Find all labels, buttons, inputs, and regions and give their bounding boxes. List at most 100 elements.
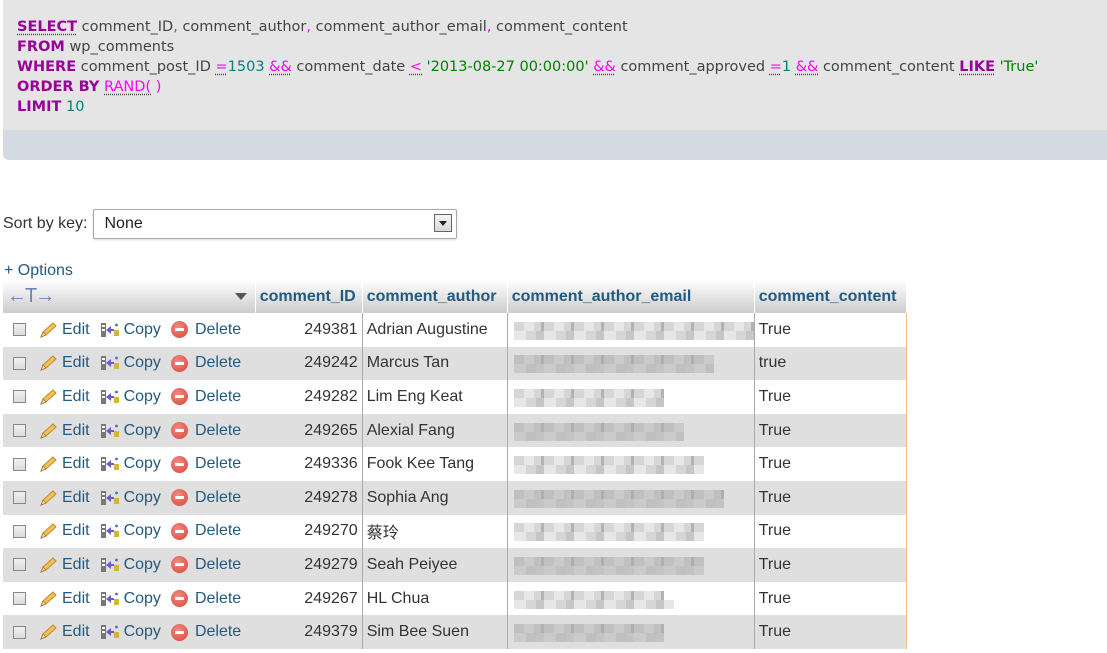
sql-operator[interactable]: && (796, 59, 819, 75)
edit-button[interactable]: Edit (38, 489, 90, 507)
copy-button[interactable]: Copy (100, 455, 161, 473)
copy-button[interactable]: Copy (100, 489, 161, 507)
cell-comment-author[interactable]: Marcus Tan (362, 346, 508, 381)
sql-function-rand[interactable]: RAND( (104, 79, 151, 95)
copy-button[interactable]: Copy (100, 321, 161, 339)
sql-operator[interactable]: && (593, 59, 616, 75)
sql-keyword-like[interactable]: LIKE (959, 59, 995, 75)
edit-button[interactable]: Edit (38, 388, 90, 406)
delete-button[interactable]: Delete (170, 422, 241, 440)
cell-comment-author-email[interactable] (507, 346, 755, 381)
row-checkbox[interactable] (13, 356, 26, 370)
cell-comment-id[interactable]: 249282 (255, 380, 363, 414)
delete-label: Delete (194, 455, 242, 473)
delete-button[interactable]: Delete (170, 489, 241, 507)
edit-button[interactable]: Edit (38, 455, 90, 473)
cell-comment-id[interactable]: 249381 (255, 313, 363, 347)
edit-button[interactable]: Edit (38, 422, 90, 440)
cell-comment-id[interactable]: 249278 (255, 480, 363, 515)
cell-comment-author[interactable]: Fook Kee Tang (362, 447, 508, 481)
cell-comment-author-email[interactable] (507, 581, 755, 616)
options-toggle[interactable]: + Options (4, 262, 73, 280)
sql-operator[interactable]: && (269, 59, 292, 75)
column-header-comment-author-email[interactable]: comment_author_email (507, 280, 755, 313)
cell-comment-content[interactable]: True (754, 380, 907, 414)
row-checkbox[interactable] (13, 592, 26, 606)
edit-button[interactable]: Edit (38, 522, 90, 540)
cell-comment-author-email[interactable] (507, 615, 755, 649)
row-checkbox[interactable] (13, 323, 26, 337)
cell-comment-author-email[interactable] (507, 413, 755, 448)
cell-comment-author[interactable]: Sim Bee Suen (362, 615, 508, 649)
cell-comment-content[interactable]: True (754, 615, 907, 649)
copy-button[interactable]: Copy (100, 388, 161, 406)
sort-by-key-select[interactable]: None (93, 209, 458, 239)
cell-comment-id[interactable]: 249279 (255, 548, 363, 582)
chevron-down-icon[interactable] (434, 214, 453, 232)
column-header-comment-content[interactable]: comment_content (754, 280, 907, 313)
row-checkbox[interactable] (13, 491, 26, 505)
delete-button[interactable]: Delete (170, 321, 241, 339)
cell-comment-author[interactable]: Sophia Ang (362, 480, 508, 515)
row-checkbox[interactable] (13, 625, 26, 639)
cell-comment-id[interactable]: 249265 (255, 413, 363, 448)
row-checkbox[interactable] (13, 457, 26, 471)
delete-button[interactable]: Delete (170, 623, 241, 641)
cell-comment-author-email[interactable] (507, 514, 755, 549)
cell-comment-id[interactable]: 249379 (255, 615, 363, 649)
sql-operator[interactable]: = (215, 59, 227, 75)
column-header-comment-author[interactable]: comment_author (362, 280, 508, 313)
delete-button[interactable]: Delete (170, 455, 242, 473)
sql-keyword-select[interactable]: SELECT (17, 19, 77, 35)
cell-comment-id[interactable]: 249270 (255, 514, 363, 549)
edit-button[interactable]: Edit (38, 354, 90, 372)
row-checkbox[interactable] (13, 524, 26, 538)
delete-button[interactable]: Delete (170, 556, 241, 574)
edit-button[interactable]: Edit (38, 623, 90, 641)
cell-comment-author-email[interactable] (507, 447, 755, 481)
cell-comment-author[interactable]: 蔡玲 (362, 514, 508, 549)
cell-comment-author[interactable]: Lim Eng Keat (362, 380, 508, 414)
copy-button[interactable]: Copy (100, 422, 161, 440)
edit-button[interactable]: Edit (38, 590, 90, 608)
column-header-comment-id[interactable]: comment_ID (255, 280, 363, 313)
copy-button[interactable]: Copy (100, 522, 161, 540)
cell-comment-id[interactable]: 249242 (255, 346, 363, 381)
cell-comment-author-email[interactable] (507, 313, 755, 347)
edit-button[interactable]: Edit (38, 556, 90, 574)
row-checkbox[interactable] (13, 390, 26, 404)
row-checkbox[interactable] (13, 424, 26, 438)
cell-comment-content[interactable]: True (754, 313, 907, 347)
delete-button[interactable]: Delete (170, 354, 241, 372)
cell-comment-author[interactable]: Seah Peiyee (362, 548, 508, 582)
cell-comment-author-email[interactable] (507, 380, 755, 414)
edit-button[interactable]: Edit (38, 321, 90, 339)
cell-comment-content[interactable]: True (754, 447, 907, 481)
delete-icon (170, 388, 188, 406)
cell-comment-content[interactable]: True (754, 514, 907, 549)
row-checkbox[interactable] (13, 558, 26, 572)
copy-button[interactable]: Copy (100, 354, 161, 372)
cell-comment-content[interactable]: True (754, 480, 907, 515)
cell-comment-author[interactable]: Adrian Augustine (362, 313, 508, 347)
triangle-down-icon[interactable] (234, 293, 247, 300)
copy-button[interactable]: Copy (100, 556, 161, 574)
cell-comment-content[interactable]: true (754, 346, 907, 381)
sql-operator[interactable]: = (770, 59, 782, 75)
column-resize-icon[interactable]: ←T→ (7, 285, 55, 308)
copy-button[interactable]: Copy (100, 590, 161, 608)
delete-button[interactable]: Delete (170, 388, 241, 406)
cell-comment-content[interactable]: True (754, 581, 907, 616)
cell-comment-author-email[interactable] (507, 480, 755, 515)
delete-button[interactable]: Delete (170, 522, 241, 540)
copy-button[interactable]: Copy (100, 623, 161, 641)
cell-comment-id[interactable]: 249336 (255, 447, 363, 481)
sql-operator[interactable]: < (410, 59, 422, 75)
cell-comment-author-email[interactable] (507, 548, 755, 582)
cell-comment-content[interactable]: True (754, 548, 907, 582)
cell-comment-id[interactable]: 249267 (255, 581, 363, 616)
cell-comment-content[interactable]: True (754, 413, 907, 448)
cell-comment-author[interactable]: Alexial Fang (362, 413, 508, 448)
cell-comment-author[interactable]: HL Chua (362, 581, 508, 616)
delete-button[interactable]: Delete (170, 590, 241, 608)
